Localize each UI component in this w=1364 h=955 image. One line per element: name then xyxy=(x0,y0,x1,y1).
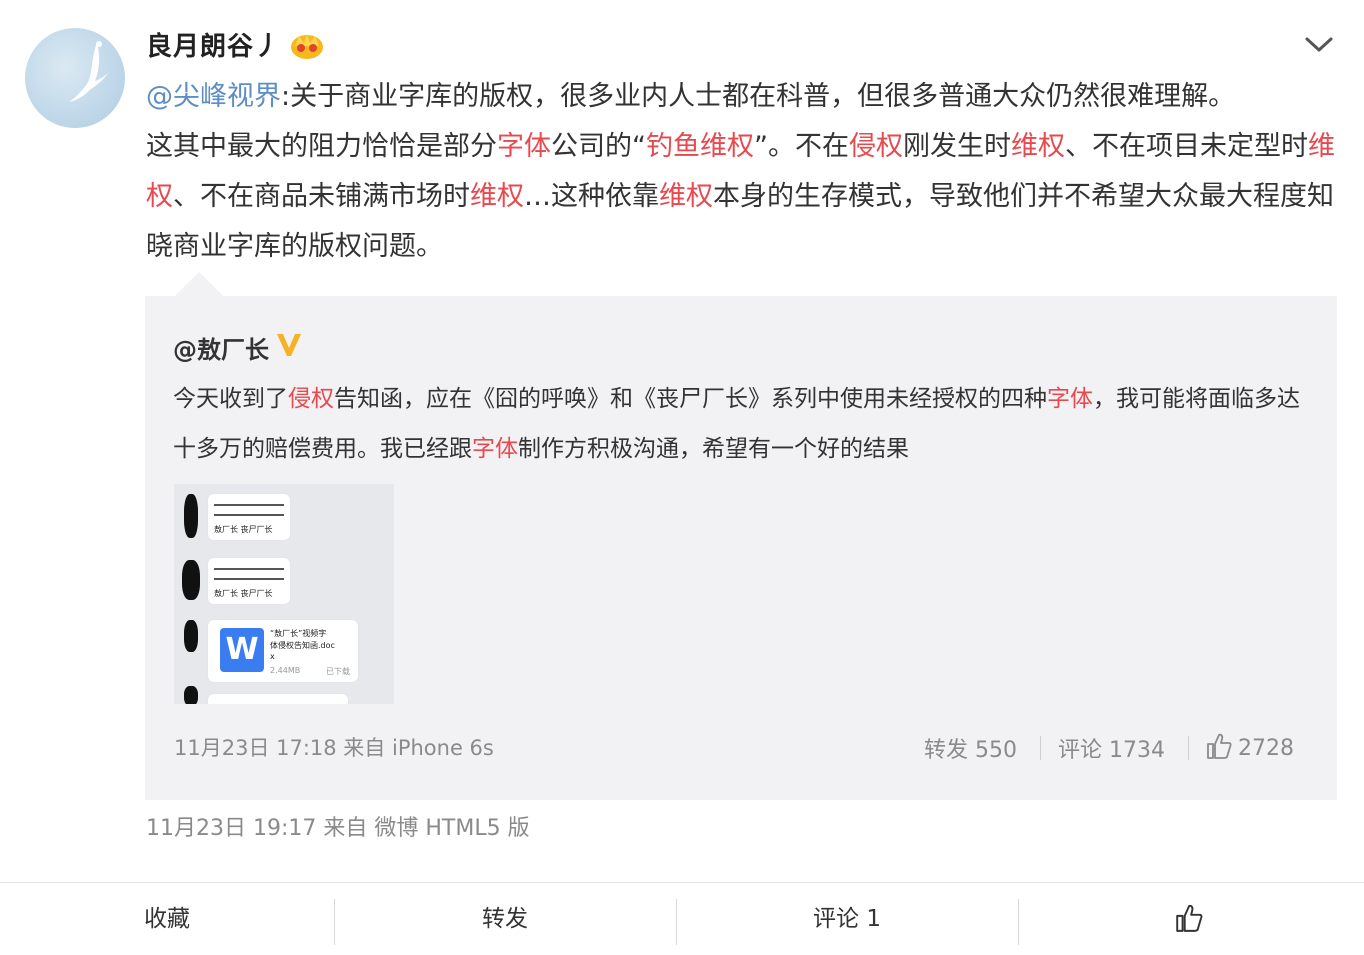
thumbs-up-icon[interactable] xyxy=(1206,732,1232,760)
doc-name: 体侵权告知函.doc xyxy=(270,641,335,650)
post-author-name[interactable]: 良月朗谷丿 xyxy=(146,26,281,63)
attached-image-thumbnail[interactable]: 敖厂长 丧尸厂长 敖厂长 丧尸厂长 “敖厂长”视频字 体侵权告知函.doc x … xyxy=(174,484,394,704)
keyword-link[interactable]: 字体 xyxy=(472,436,518,462)
comment-button[interactable]: 评论 1 xyxy=(677,883,1017,947)
quoted-body: 今天收到了侵权告知函，应在《囧的呼唤》和《丧尸厂长》系列中使用未经授权的四种字体… xyxy=(173,374,1313,474)
post-body: @尖峰视界:关于商业字库的版权，很多业内人士都在科普，但很多普通大众仍然很难理解… xyxy=(146,72,1336,272)
keyword-link[interactable]: 维权 xyxy=(1011,131,1065,162)
post-meta: 11月23日 19:17 来自 微博 HTML5 版 xyxy=(146,816,530,841)
redacted-avatar xyxy=(184,494,198,538)
quote-notch xyxy=(175,272,223,296)
chevron-down-icon[interactable] xyxy=(1304,34,1334,56)
post-text: 、不在商品未铺满市场时 xyxy=(173,181,470,212)
doc-name: x xyxy=(270,652,275,661)
post-text: 这其中最大的阻力恰恰是部分 xyxy=(146,131,497,162)
chat-bubble xyxy=(208,694,348,704)
word-doc-icon: W xyxy=(220,628,264,672)
repost-button[interactable]: 转发 xyxy=(335,883,675,947)
doc-status: 已下载 xyxy=(326,667,350,676)
thumbs-up-icon xyxy=(1176,904,1203,932)
quoted-repost-button[interactable]: 转发 550 xyxy=(924,732,1017,764)
keyword-link[interactable]: 字体 xyxy=(497,131,551,162)
keyword-link[interactable]: 维权 xyxy=(470,181,524,212)
seagull-avatar-image xyxy=(69,41,109,102)
post-text: 、不在项目未定型时 xyxy=(1065,131,1308,162)
redacted-avatar xyxy=(182,560,200,600)
post-text: 公司的“ xyxy=(551,131,646,162)
chat-text: 敖厂长 丧尸厂长 xyxy=(214,525,273,534)
quoted-text: 制作方积极沟通，希望有一个好的结果 xyxy=(518,436,909,462)
post-text: …这种依靠 xyxy=(524,181,659,212)
chat-bubble: 敖厂长 丧尸厂长 xyxy=(208,558,290,604)
redacted-avatar xyxy=(184,686,198,704)
quoted-text: 今天收到了 xyxy=(173,386,288,412)
keyword-link[interactable]: 侵权 xyxy=(849,131,903,162)
redacted-avatar xyxy=(184,620,198,652)
quoted-author-name[interactable]: @敖厂长 xyxy=(173,330,269,365)
divider xyxy=(1188,736,1189,760)
quoted-like-count[interactable]: 2728 xyxy=(1238,736,1294,761)
mention-link[interactable]: @尖峰视界 xyxy=(146,81,281,112)
post-text: ”。不在 xyxy=(754,131,849,162)
doc-size: 2.44MB xyxy=(270,666,301,675)
quoted-text: 告知函，应在《囧的呼唤》和《丧尸厂长》系列中使用未经授权的四种 xyxy=(334,386,1047,412)
quoted-comment-button[interactable]: 评论 1734 xyxy=(1058,732,1165,764)
divider xyxy=(1040,736,1041,760)
keyword-link[interactable]: 钓鱼维权 xyxy=(646,131,754,162)
post-text: 刚发生时 xyxy=(903,131,1011,162)
bottom-toolbar: 收藏 转发 评论 1 xyxy=(0,882,1364,947)
post-text: :关于商业字库的版权，很多业内人士都在科普，但很多普通大众仍然很难理解。 xyxy=(281,81,1236,112)
crown-icon xyxy=(291,34,323,59)
avatar[interactable] xyxy=(25,28,125,128)
chat-text: 敖厂长 丧尸厂长 xyxy=(214,589,273,598)
like-button[interactable] xyxy=(1019,883,1364,947)
favorite-button[interactable]: 收藏 xyxy=(0,883,334,947)
keyword-link[interactable]: 字体 xyxy=(1047,386,1093,412)
doc-name: “敖厂长”视频字 xyxy=(270,629,327,638)
chat-bubble: 敖厂长 丧尸厂长 xyxy=(208,494,290,540)
verified-v-icon xyxy=(277,334,301,356)
keyword-link[interactable]: 维权 xyxy=(659,181,713,212)
quoted-post-meta: 11月23日 17:18 来自 iPhone 6s xyxy=(174,736,494,760)
keyword-link[interactable]: 侵权 xyxy=(288,386,334,412)
